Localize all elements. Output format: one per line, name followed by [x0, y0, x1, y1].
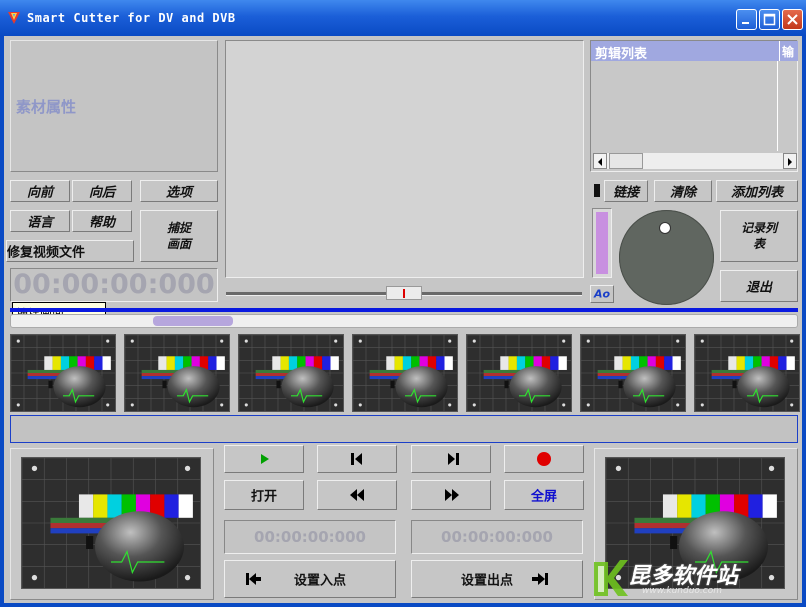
back-button[interactable]: 向前 [10, 180, 70, 202]
timeline-progress-line [10, 308, 798, 312]
in-point-panel [10, 448, 214, 600]
set-out-point-button[interactable]: 设置出点 [411, 560, 583, 598]
next-frame-button[interactable] [411, 445, 491, 473]
forward-button[interactable]: 向后 [72, 180, 132, 202]
video-preview [225, 40, 584, 278]
thumbnail-frame[interactable] [10, 334, 116, 412]
scroll-right-button[interactable] [783, 153, 797, 169]
previous-frame-button[interactable] [317, 445, 397, 473]
exit-button[interactable]: 退出 [720, 270, 798, 302]
thumbnail-frame[interactable] [580, 334, 686, 412]
repair-video-button[interactable]: 修复视频文件 [6, 240, 134, 262]
app-icon [8, 12, 20, 24]
clear-button[interactable]: 清除 [654, 180, 712, 202]
edit-list-header: 剪辑列表 [591, 41, 779, 62]
out-point-icon [532, 573, 548, 585]
help-button[interactable]: 帮助 [72, 210, 132, 232]
record-list-button[interactable]: 记录列表 [720, 210, 798, 262]
thumbnail-frame[interactable] [466, 334, 572, 412]
fast-forward-button[interactable] [411, 480, 491, 510]
open-button[interactable]: 打开 [224, 480, 304, 510]
source-properties-label: 素材属性 [16, 98, 77, 116]
language-button[interactable]: 语言 [10, 210, 70, 232]
minimize-button[interactable] [736, 9, 757, 30]
in-point-preview [21, 457, 201, 589]
volume-level [596, 212, 608, 274]
position-slider-thumb[interactable] [386, 286, 422, 300]
info-bar [10, 415, 798, 443]
watermark-logo-icon [594, 560, 628, 596]
record-icon [537, 452, 551, 466]
out-point-timecode: 00:00:00:000 [411, 520, 583, 554]
rewind-button[interactable] [317, 480, 397, 510]
add-list-button[interactable]: 添加列表 [716, 180, 798, 202]
fullscreen-button[interactable]: 全屏 [504, 480, 584, 510]
app-window: Smart Cutter for DV and DVB 素材属性 向前 向后 选… [0, 0, 806, 607]
thumbnail-frame[interactable] [694, 334, 800, 412]
maximize-icon [763, 13, 776, 26]
jog-dial-knob[interactable] [659, 222, 671, 234]
set-in-point-button[interactable]: 设置入点 [224, 560, 396, 598]
title-bar[interactable]: Smart Cutter for DV and DVB [0, 0, 806, 36]
edit-list-header-col2: 输 [779, 41, 798, 61]
audio-output-button[interactable]: Ao [590, 285, 614, 303]
in-point-timecode: 00:00:00:000 [224, 520, 396, 554]
play-icon [261, 454, 269, 464]
thumbnail-frame[interactable] [352, 334, 458, 412]
volume-meter[interactable] [592, 208, 612, 278]
rewind-icon [350, 489, 364, 501]
position-slider[interactable] [226, 286, 582, 300]
step-back-icon [351, 453, 362, 465]
source-timecode: 00:00:00:000 [10, 268, 218, 302]
record-button[interactable] [504, 445, 584, 473]
options-button[interactable]: 选项 [140, 180, 218, 202]
capture-frame-button[interactable]: 捕捉画面 [140, 210, 218, 262]
scroll-left-button[interactable] [593, 153, 607, 169]
step-forward-icon [448, 453, 459, 465]
left-arrow-icon [598, 158, 602, 166]
link-button[interactable]: 链接 [604, 180, 648, 202]
edit-list-scrollbar[interactable] [593, 153, 797, 169]
thumbnail-frame[interactable] [238, 334, 344, 412]
edit-list[interactable]: 剪辑列表 输 [590, 40, 798, 172]
thumbnail-frame[interactable] [124, 334, 230, 412]
window-title: Smart Cutter for DV and DVB [27, 11, 236, 25]
source-properties-panel: 素材属性 [10, 40, 218, 172]
fast-forward-icon [445, 489, 459, 501]
watermark: 昆多软件站 www.kunduo.com [590, 552, 802, 602]
watermark-url: www.kunduo.com [642, 586, 722, 596]
link-indicator [594, 184, 600, 197]
scroll-thumb[interactable] [609, 153, 643, 169]
close-button[interactable] [782, 9, 803, 30]
close-icon [787, 14, 798, 25]
jog-dial[interactable] [619, 210, 714, 305]
timeline-scroll-thumb[interactable] [153, 316, 233, 326]
timeline-scrollbar[interactable] [10, 314, 798, 328]
maximize-button[interactable] [759, 9, 780, 30]
play-button[interactable] [224, 445, 304, 473]
minimize-icon [742, 22, 749, 24]
right-arrow-icon [788, 158, 792, 166]
